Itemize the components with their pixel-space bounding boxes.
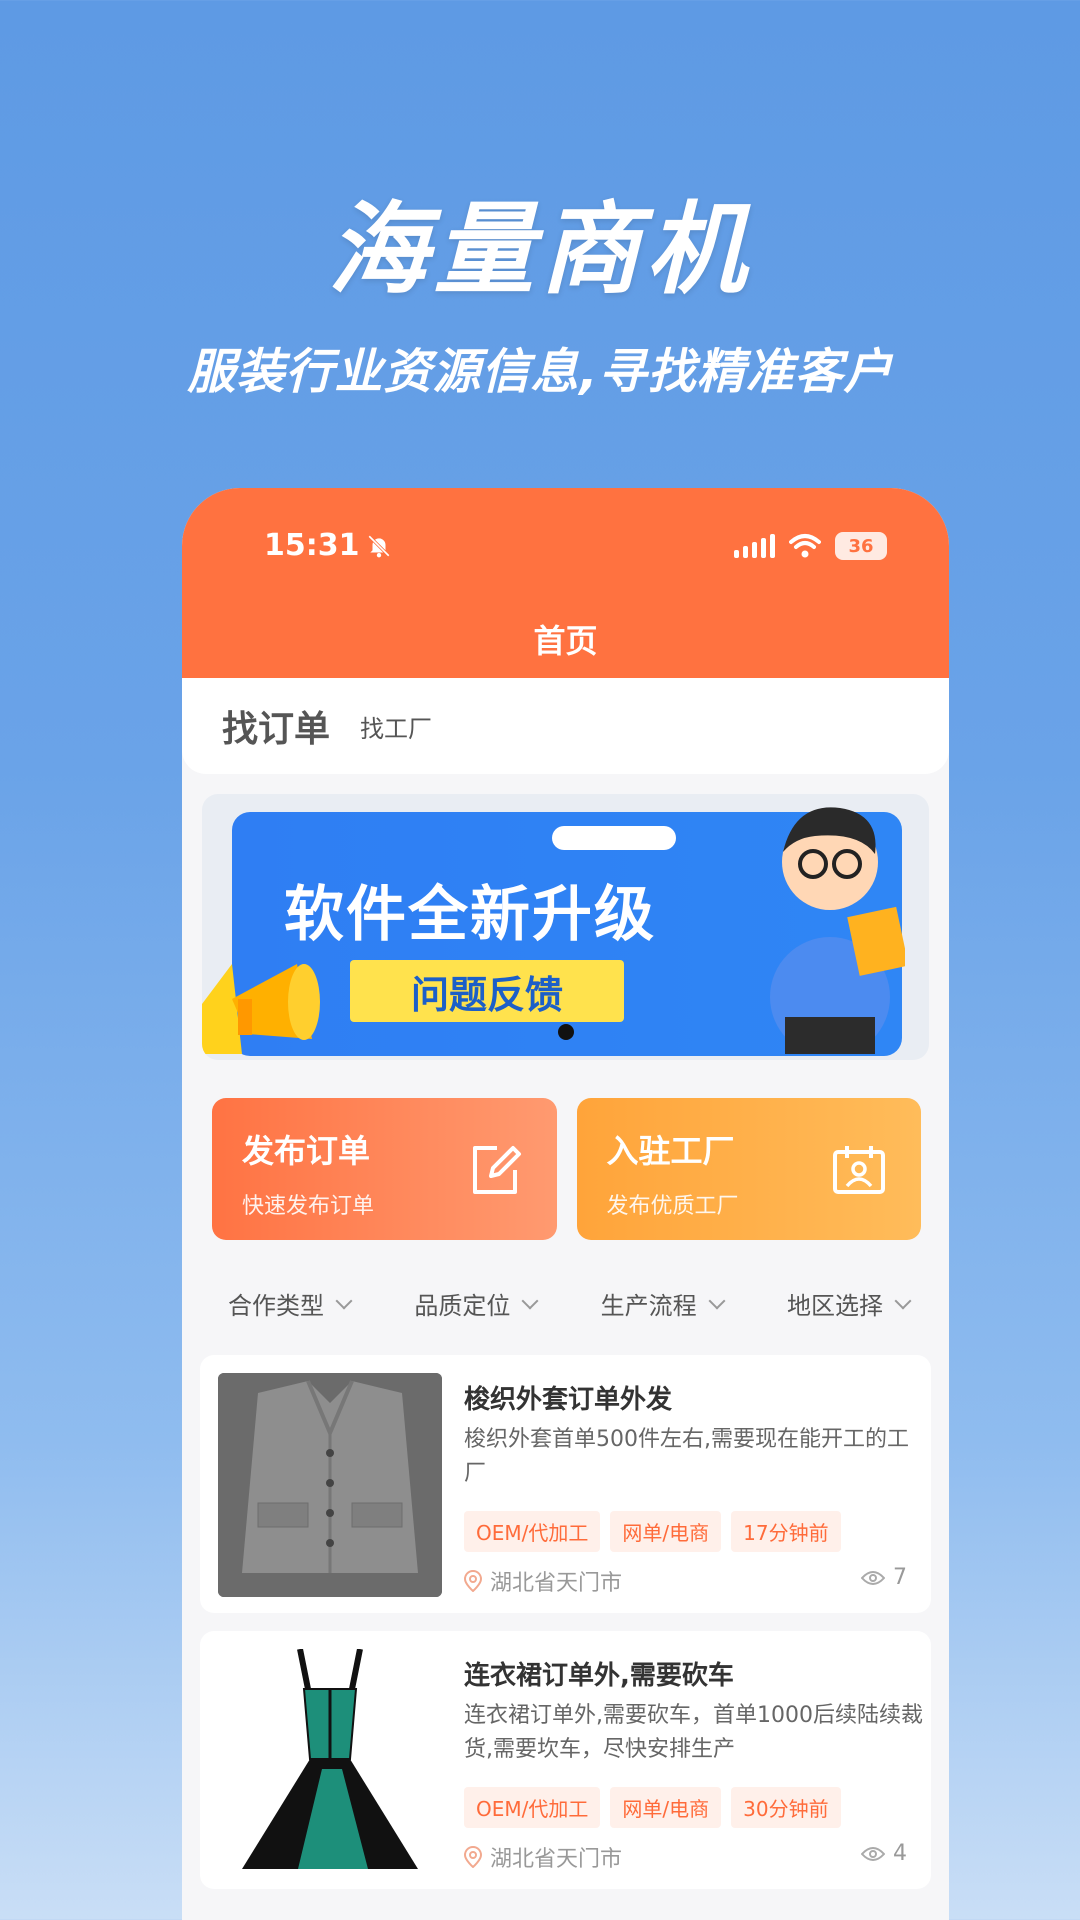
order-tags: OEM/代加工 网单/电商 30分钟前 (464, 1787, 841, 1828)
carousel-indicator[interactable] (558, 1024, 574, 1040)
calendar-person-icon (833, 1146, 885, 1194)
eye-icon (861, 1846, 885, 1861)
tag: 30分钟前 (731, 1787, 841, 1828)
tab-find-factory[interactable]: 找工厂 (360, 709, 432, 744)
app-header: 15:31 36 首页 (182, 488, 949, 678)
dress-thumbnail (218, 1649, 442, 1873)
location-pin-icon (464, 1846, 482, 1868)
banner-headline: 软件全新升级 (284, 880, 656, 950)
edit-icon (472, 1146, 521, 1194)
phone-mockup: 15:31 36 首页 找订单 找工厂 软件全新升级 问题反馈 发布订单 快速发… (182, 488, 949, 1920)
tag: 17分钟前 (731, 1511, 841, 1552)
chevron-down-icon (894, 1292, 912, 1309)
order-list: 梭织外套订单外发 梭织外套首单500件左右,需要现在能开工的工厂 OEM/代加工… (200, 1355, 931, 1889)
view-count: 4 (861, 1841, 907, 1866)
status-icons: 36 (734, 532, 887, 560)
tag: OEM/代加工 (464, 1511, 601, 1552)
view-count: 7 (861, 1565, 907, 1590)
order-title: 连衣裙订单外,需要砍车 (464, 1661, 734, 1691)
views-text: 4 (893, 1841, 907, 1866)
signal-icon (734, 534, 775, 558)
battery-icon: 36 (835, 532, 887, 560)
publish-order-button[interactable]: 发布订单 快速发布订单 (212, 1098, 557, 1240)
join-factory-button[interactable]: 入驻工厂 发布优质工厂 (576, 1098, 921, 1240)
order-location: 湖北省天门市 (464, 1841, 622, 1873)
order-card[interactable]: 连衣裙订单外,需要砍车 连衣裙订单外,需要砍车，首单1000后续陆续裁货,需要坎… (200, 1631, 931, 1889)
hero-subtitle: 服装行业资源信息,寻找精准客户 (187, 344, 893, 400)
banner-pill (552, 826, 676, 850)
filter-quality-position[interactable]: 品质定位 (414, 1286, 539, 1321)
page-title: 首页 (533, 622, 598, 660)
filter-production-process[interactable]: 生产流程 (600, 1286, 726, 1321)
status-time: 15:31 (264, 528, 392, 563)
chevron-down-icon (708, 1292, 726, 1309)
order-location: 湖北省天门市 (464, 1565, 622, 1597)
tab-bar: 找订单 找工厂 (182, 678, 949, 774)
hero-title: 海量商机 (328, 191, 752, 308)
location-text: 湖北省天门市 (490, 1847, 623, 1872)
chevron-down-icon (521, 1292, 539, 1309)
tag: OEM/代加工 (464, 1787, 601, 1828)
order-description: 连衣裙订单外,需要砍车，首单1000后续陆续裁货,需要坎车，尽快安排生产 (464, 1703, 923, 1762)
chevron-down-icon (335, 1292, 353, 1309)
feedback-button[interactable]: 问题反馈 (350, 960, 624, 1022)
eye-icon (861, 1570, 885, 1585)
wifi-icon (789, 534, 821, 558)
tab-find-orders[interactable]: 找订单 (222, 700, 330, 752)
order-card[interactable]: 梭织外套订单外发 梭织外套首单500件左右,需要现在能开工的工厂 OEM/代加工… (200, 1355, 931, 1613)
megaphone-icon (202, 964, 320, 1054)
promo-banner[interactable]: 软件全新升级 问题反馈 (202, 794, 929, 1060)
filter-label: 地区选择 (786, 1292, 883, 1320)
location-pin-icon (464, 1570, 482, 1592)
cartoon-teacher-icon (770, 807, 905, 1054)
tag: 网单/电商 (610, 1511, 722, 1552)
tag: 网单/电商 (610, 1787, 722, 1828)
filter-label: 合作类型 (228, 1292, 324, 1320)
filter-cooperation-type[interactable]: 合作类型 (228, 1286, 353, 1321)
order-description: 梭织外套首单500件左右,需要现在能开工的工厂 (464, 1427, 909, 1486)
views-text: 7 (893, 1565, 907, 1590)
location-text: 湖北省天门市 (490, 1571, 623, 1596)
quick-actions: 发布订单 快速发布订单 入驻工厂 发布优质工厂 (212, 1098, 921, 1240)
bell-muted-icon (367, 534, 390, 557)
filter-label: 品质定位 (414, 1292, 511, 1320)
filter-label: 生产流程 (600, 1292, 697, 1320)
order-tags: OEM/代加工 网单/电商 17分钟前 (464, 1511, 841, 1552)
clock-text: 15:31 (264, 528, 360, 563)
filter-bar: 合作类型 品质定位 生产流程 地区选择 (228, 1286, 912, 1321)
jacket-thumbnail (218, 1373, 442, 1597)
order-title: 梭织外套订单外发 (464, 1385, 673, 1415)
filter-region[interactable]: 地区选择 (786, 1286, 912, 1321)
